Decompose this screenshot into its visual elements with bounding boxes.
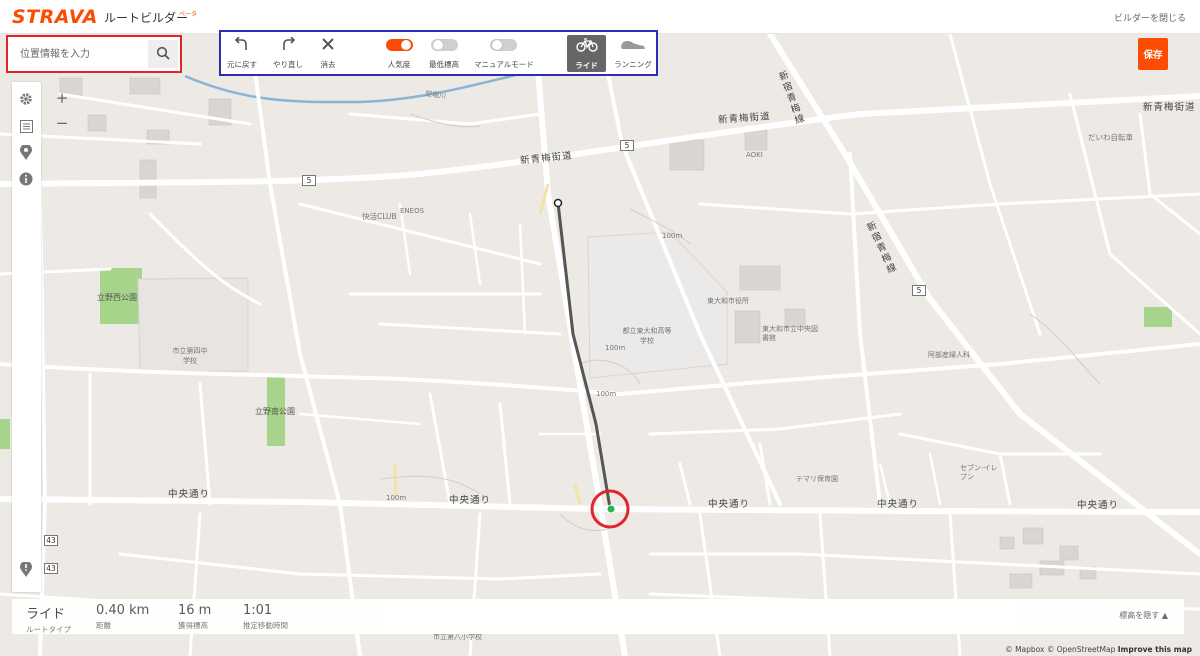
toggle-switch[interactable]: [489, 39, 517, 51]
close-builder-link[interactable]: ビルダーを閉じる: [1114, 11, 1186, 24]
top-header: STRAVA ルートビルダー ベータ ビルダーを閉じる: [0, 0, 1200, 34]
improve-map-link[interactable]: Improve this map: [1118, 645, 1192, 654]
map-pin-icon[interactable]: [18, 144, 34, 160]
min-elevation-toggle[interactable]: 最低標高: [424, 34, 464, 70]
park-area: [0, 419, 10, 449]
toggle-switch[interactable]: [430, 39, 458, 51]
time-value: 1:01: [243, 603, 273, 618]
route-shield: 5: [620, 140, 634, 151]
map-base: [0, 34, 1200, 656]
manual-mode-label: マニュアルモード: [474, 60, 534, 69]
clear-button[interactable]: 消去: [314, 34, 342, 70]
manual-mode-toggle[interactable]: マニュアルモード: [474, 34, 534, 70]
distance-value: 0.40 km: [96, 603, 150, 618]
route-start-marker: [553, 198, 563, 208]
stat-time: 1:01 推定移動時間: [243, 603, 288, 631]
label-shinome-3: 新青梅街道: [1143, 102, 1196, 113]
label-tachino-nishi-park: 立野西公園: [97, 293, 137, 302]
label-contour-2: 100m: [596, 390, 617, 398]
hide-elevation-toggle[interactable]: 標高を隠す ▲: [1119, 610, 1168, 621]
label-city-office: 東大和市役所: [707, 297, 749, 305]
route-stats-bar: ライド ルートタイプ 0.40 km 距離 16 m 獲得標高 1:01 推定移…: [12, 599, 1184, 634]
label-club: 快活CLUB: [362, 212, 397, 221]
label-contour-3: 100m: [386, 494, 407, 502]
map-canvas[interactable]: 新青梅街道 新青梅街道 新青梅街道 中央通り 中央通り 中央通り 中央通り 中央…: [0, 34, 1200, 656]
running-mode-button[interactable]: ランニング: [612, 34, 654, 70]
label-clinic: 阿部産婦人科: [928, 351, 970, 359]
close-icon: [322, 38, 334, 52]
list-icon[interactable]: [18, 118, 34, 134]
search-icon: [156, 45, 170, 64]
label-chuo-4: 中央通り: [877, 499, 920, 510]
activity-key: ルートタイプ: [26, 625, 71, 634]
zoom-in-button[interactable]: +: [52, 88, 72, 108]
route-end-marker: [606, 504, 616, 514]
label-daiwa: だいわ自転車: [1088, 133, 1133, 142]
label-eneos: ENEOS: [400, 207, 425, 215]
label-chuo-1: 中央通り: [168, 489, 211, 500]
min-elevation-label: 最低標高: [429, 60, 459, 69]
label-contour-4: 100m: [662, 232, 683, 240]
label-school-1: 市立第四中学校: [172, 347, 208, 365]
label-temari: テマリ保育園: [796, 475, 838, 483]
popularity-toggle[interactable]: 人気度: [379, 34, 419, 70]
undo-icon: [234, 36, 249, 53]
undo-label: 元に戻す: [227, 60, 257, 69]
location-search: [6, 35, 182, 73]
label-seven: セブン-イレブン: [960, 464, 998, 481]
elevation-key: 獲得標高: [178, 621, 208, 630]
app-title: ルートビルダー: [104, 11, 189, 25]
label-tachino-minami-park: 立野南公園: [255, 407, 295, 416]
stat-elevation: 16 m 獲得標高: [178, 603, 211, 631]
undo-button[interactable]: 元に戻す: [224, 34, 260, 70]
distance-key: 距離: [96, 621, 111, 630]
label-library: 東大和市立中央図書館: [762, 325, 818, 342]
search-input[interactable]: [11, 40, 146, 68]
shoe-icon: [620, 37, 646, 53]
zoom-out-button[interactable]: −: [52, 113, 72, 133]
route-shield: 43: [44, 563, 58, 574]
redo-button[interactable]: やり直し: [270, 34, 306, 70]
running-label: ランニング: [614, 60, 652, 69]
info-icon[interactable]: [18, 171, 34, 187]
clear-label: 消去: [320, 60, 336, 69]
map-attribution: © Mapbox © OpenStreetMap Improve this ma…: [1005, 645, 1192, 654]
side-controls: [12, 82, 41, 592]
bicycle-icon: [575, 38, 598, 54]
gear-icon[interactable]: [18, 91, 34, 107]
time-key: 推定移動時間: [243, 621, 288, 630]
ride-mode-button[interactable]: ライド: [567, 35, 606, 72]
stat-activity: ライド ルートタイプ: [26, 603, 71, 635]
strava-logo[interactable]: STRAVA: [12, 6, 98, 28]
save-button[interactable]: 保存: [1138, 38, 1168, 70]
label-chuo-3: 中央通り: [708, 499, 751, 510]
label-contour-1: 100m: [605, 344, 626, 352]
route-toolbar: 元に戻す やり直し 消去 人気度 最低標高 マニュアルモード ライド ランニング: [219, 30, 658, 76]
stat-distance: 0.40 km 距離: [96, 603, 149, 631]
redo-icon: [281, 36, 296, 53]
label-chuo-2: 中央通り: [449, 495, 492, 506]
search-button[interactable]: [148, 40, 178, 68]
ride-label: ライド: [575, 61, 598, 70]
label-aoki: AOKI: [746, 151, 763, 159]
toggle-switch[interactable]: [385, 39, 413, 51]
beta-badge: ベータ: [179, 11, 198, 18]
label-school-2: 都立東大和高等学校: [622, 327, 672, 345]
route-shield: 5: [302, 175, 316, 186]
warning-icon[interactable]: [18, 561, 34, 577]
route-shield: 43: [44, 535, 58, 546]
elevation-value: 16 m: [178, 603, 212, 618]
activity-value: ライド: [26, 607, 66, 622]
park-area: [1144, 307, 1172, 327]
popularity-label: 人気度: [387, 60, 411, 69]
label-chuo-5: 中央通り: [1077, 500, 1120, 511]
route-shield: 5: [912, 285, 926, 296]
attribution-text[interactable]: © Mapbox © OpenStreetMap: [1005, 645, 1115, 654]
redo-label: やり直し: [273, 60, 303, 69]
route-builder-app: 新青梅街道 新青梅街道 新青梅街道 中央通り 中央通り 中央通り 中央通り 中央…: [0, 0, 1200, 656]
